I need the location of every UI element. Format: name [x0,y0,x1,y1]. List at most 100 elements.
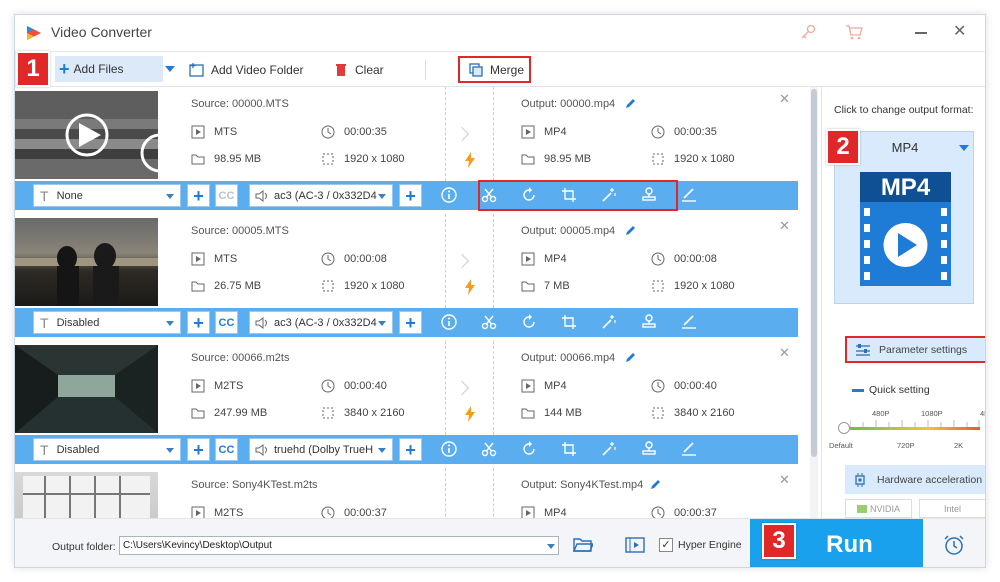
add-video-folder-button[interactable]: Add Video Folder [189,62,304,78]
file-size-icon [191,281,205,292]
output-format: MP4 [521,506,567,518]
info-icon[interactable] [441,314,457,330]
source-format-value: MTS [214,126,238,138]
source-resolution-value: 1920 x 1080 [344,280,405,292]
quality-label: 1080P [921,409,943,418]
scrollbar-thumb[interactable] [811,89,817,457]
subtitle-cc-button[interactable]: CC [215,311,238,334]
close-window-button[interactable]: ✕ [953,24,966,40]
file-item[interactable]: Source: 00066.m2ts M2TS 00:00:40 247.99 … [15,341,798,468]
output-folder-label: Output folder: [52,541,116,553]
hyper-engine-toggle[interactable]: ✓ Hyper Engine [659,538,742,552]
output-duration-value: 00:00:08 [674,253,717,265]
edit-pencil-icon[interactable] [624,352,636,364]
quality-slider-handle[interactable] [838,422,850,434]
folder-plus-icon [189,63,204,77]
divider [445,341,446,435]
cut-icon[interactable] [481,441,497,457]
edit-sign-icon[interactable] [681,314,697,330]
edit-pencil-icon[interactable] [624,98,636,110]
info-icon[interactable] [441,441,457,457]
hardware-acceleration-button[interactable]: Hardware acceleration [845,465,985,494]
cut-icon[interactable] [481,314,497,330]
plus-icon: + [405,185,416,206]
audio-track-select[interactable]: ac3 (AC-3 / 0x332D4 [249,184,393,207]
edit-sign-icon[interactable] [681,441,697,457]
video-thumbnail[interactable] [15,472,158,518]
video-thumbnail[interactable] [15,91,158,179]
clear-button[interactable]: Clear [333,62,384,78]
remove-item-icon[interactable]: ✕ [779,345,790,361]
open-folder-icon[interactable] [573,537,593,553]
thumbnail-people-image [15,243,158,306]
add-subtitle-button[interactable]: + [187,311,210,334]
effects-wand-icon[interactable] [601,441,617,457]
item-control-bar: T None + CC ac3 (AC-3 / 0x332D4 + [15,181,798,210]
source-resolution-value: 3840 x 2160 [344,407,405,419]
file-item[interactable]: Source: Sony4KTest.m2ts M2TS 00:00:37 Ou… [15,468,798,518]
chevron-down-icon[interactable] [547,544,555,549]
audio-track-select[interactable]: ac3 (AC-3 / 0x332D4 [249,311,393,334]
edit-sign-icon[interactable] [681,187,697,203]
source-size-value: 247.99 MB [214,407,268,419]
add-audio-button[interactable]: + [399,438,422,461]
output-duration-value: 00:00:40 [674,380,717,392]
add-files-button[interactable]: + Add Files [55,56,163,82]
key-icon[interactable] [800,24,816,40]
output-filename: Output: 00005.mp4 [521,225,616,237]
add-subtitle-button[interactable]: + [187,438,210,461]
crop-icon[interactable] [561,441,577,457]
file-item[interactable]: Source: 00005.MTS MTS 00:00:08 26.75 MB … [15,214,798,341]
cart-icon[interactable] [845,24,863,40]
video-thumbnail[interactable] [15,218,158,306]
video-thumbnail[interactable] [15,345,158,433]
plus-icon: + [193,312,204,333]
info-icon[interactable] [441,187,457,203]
watermark-stamp-icon[interactable] [641,441,657,457]
subtitle-select[interactable]: T Disabled [33,311,181,334]
clear-label: Clear [355,63,384,77]
rotate-icon[interactable] [521,441,537,457]
subtitle-cc-button[interactable]: CC [215,184,238,207]
minimize-button[interactable] [915,32,927,34]
subtitle-select[interactable]: T Disabled [33,438,181,461]
source-filename: Source: 00000.MTS [191,98,289,110]
output-resolution: 1920 x 1080 [651,279,735,293]
crop-icon[interactable] [561,314,577,330]
remove-item-icon[interactable]: ✕ [779,218,790,234]
chevron-right-icon [454,253,470,269]
add-audio-button[interactable]: + [399,184,422,207]
nvidia-label: NVIDIA [869,503,900,514]
audio-track-value: truehd (Dolby TrueH [274,443,374,456]
clock-icon [651,125,665,139]
parameter-settings-button[interactable]: Parameter settings [845,336,985,363]
source-duration-value: 00:00:40 [344,380,387,392]
output-resolution-value: 1920 x 1080 [674,153,735,165]
edit-pencil-icon[interactable] [649,479,661,491]
file-list-scrollbar[interactable] [810,87,818,518]
add-audio-button[interactable]: + [399,311,422,334]
source-format-value: M2TS [214,380,244,392]
output-folder-input[interactable]: C:\Users\Kevincy\Desktop\Output [119,536,559,555]
quality-slider-track[interactable] [850,427,980,430]
edit-pencil-icon[interactable] [624,225,636,237]
subtitle-select[interactable]: T None [33,184,181,207]
alarm-clock-icon[interactable] [943,534,965,556]
subtitle-cc-button[interactable]: CC [215,438,238,461]
merge-button[interactable]: Merge [458,56,531,83]
clock-icon [321,379,335,393]
watermark-stamp-icon[interactable] [641,314,657,330]
video-format-icon [191,125,205,139]
add-files-dropdown-icon[interactable] [165,66,175,72]
effects-wand-icon[interactable] [601,314,617,330]
remove-item-icon[interactable]: ✕ [779,472,790,488]
rotate-icon[interactable] [521,314,537,330]
audio-track-select[interactable]: truehd (Dolby TrueH [249,438,393,461]
output-film-icon[interactable] [625,537,645,553]
lightning-icon [465,152,475,168]
remove-item-icon[interactable]: ✕ [779,91,790,107]
add-subtitle-button[interactable]: + [187,184,210,207]
hyper-engine-checkbox[interactable]: ✓ [659,538,673,552]
plus-icon: + [193,185,204,206]
file-item[interactable]: Source: 00000.MTS MTS 00:00:35 98.95 MB … [15,87,798,214]
